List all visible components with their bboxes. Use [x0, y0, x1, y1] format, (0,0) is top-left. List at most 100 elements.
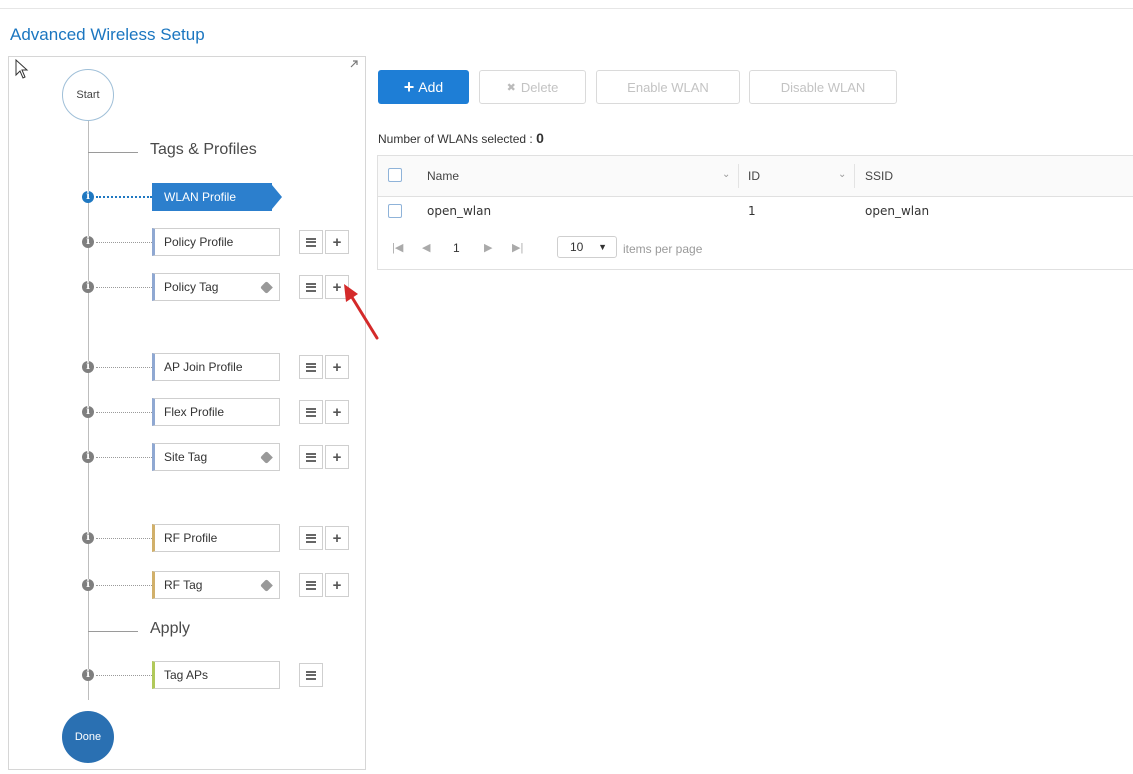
add-wlan-button[interactable]: + Add: [378, 70, 469, 104]
list-button[interactable]: [299, 526, 323, 550]
column-divider: [854, 164, 855, 188]
info-icon[interactable]: i: [82, 579, 94, 591]
list-button[interactable]: [299, 573, 323, 597]
info-icon[interactable]: i: [82, 236, 94, 248]
add-button[interactable]: +: [325, 526, 349, 550]
list-button[interactable]: [299, 355, 323, 379]
step-policy-tag: i Policy Tag +: [74, 273, 364, 301]
list-icon: [306, 580, 316, 590]
per-page-select[interactable]: 10 ▼: [557, 236, 617, 258]
current-page[interactable]: 1: [453, 241, 460, 255]
info-icon[interactable]: i: [82, 532, 94, 544]
cell-id: 1: [748, 204, 756, 218]
info-icon[interactable]: i: [82, 191, 94, 203]
per-page-label: items per page: [623, 242, 703, 256]
add-button[interactable]: +: [325, 400, 349, 424]
list-icon: [306, 362, 316, 372]
start-node[interactable]: Start: [62, 69, 114, 121]
step-button-rf-tag[interactable]: RF Tag: [152, 571, 280, 599]
list-icon: [306, 533, 316, 543]
info-icon[interactable]: i: [82, 361, 94, 373]
enable-wlan-button[interactable]: Enable WLAN: [596, 70, 740, 104]
info-icon[interactable]: i: [82, 669, 94, 681]
next-page-icon[interactable]: ▶: [484, 241, 492, 254]
first-page-icon[interactable]: |◀: [392, 241, 403, 254]
mouse-cursor-icon: [15, 59, 29, 79]
step-button-policy-tag[interactable]: Policy Tag: [152, 273, 280, 301]
list-icon: [306, 452, 316, 462]
section-connector: [88, 152, 138, 153]
add-button[interactable]: +: [325, 573, 349, 597]
step-button-policy-profile[interactable]: Policy Profile: [152, 228, 280, 256]
active-step-arrow: [272, 185, 282, 209]
selected-count: Number of WLANs selected : 0: [378, 130, 544, 146]
pager: |◀ ◀ 1 ▶ ▶| 10 ▼ items per page: [378, 233, 1133, 263]
tag-icon: [260, 281, 273, 294]
list-icon: [306, 670, 316, 680]
step-connector: [96, 412, 152, 413]
step-label: RF Tag: [164, 578, 203, 592]
list-button[interactable]: [299, 275, 323, 299]
step-button-site-tag[interactable]: Site Tag: [152, 443, 280, 471]
step-connector: [96, 457, 152, 458]
select-all-checkbox[interactable]: [388, 168, 402, 182]
info-icon[interactable]: i: [82, 406, 94, 418]
add-button[interactable]: +: [325, 355, 349, 379]
list-button[interactable]: [299, 400, 323, 424]
row-checkbox[interactable]: [388, 204, 402, 218]
selected-count-value: 0: [536, 130, 544, 146]
step-connector: [96, 196, 152, 198]
sort-icon[interactable]: ⌄: [838, 169, 846, 180]
table-header: Name ⌄ ID ⌄ SSID: [378, 156, 1133, 197]
list-icon: [306, 282, 316, 292]
step-button-rf-profile[interactable]: RF Profile: [152, 524, 280, 552]
list-button[interactable]: [299, 445, 323, 469]
info-icon[interactable]: i: [82, 451, 94, 463]
step-rf-tag: i RF Tag +: [74, 571, 364, 599]
column-header-name[interactable]: Name: [427, 169, 459, 183]
plus-icon: +: [332, 576, 342, 594]
selected-count-label: Number of WLANs selected :: [378, 132, 533, 146]
last-page-icon[interactable]: ▶|: [512, 241, 523, 254]
cell-ssid: open_wlan: [865, 204, 930, 218]
list-button[interactable]: [299, 663, 323, 687]
delete-button[interactable]: ✖ Delete: [479, 70, 586, 104]
section-label: Tags & Profiles: [150, 141, 257, 158]
tag-icon: [260, 579, 273, 592]
step-button-wlan-profile[interactable]: WLAN Profile: [152, 183, 272, 211]
list-button[interactable]: [299, 230, 323, 254]
column-header-ssid[interactable]: SSID: [865, 169, 893, 183]
sort-icon[interactable]: ⌄: [722, 169, 730, 180]
section-label: Apply: [150, 620, 191, 637]
section-connector: [88, 631, 138, 632]
add-button[interactable]: +: [325, 445, 349, 469]
top-divider: [0, 8, 1133, 9]
add-label: Add: [418, 79, 444, 95]
info-icon[interactable]: i: [82, 281, 94, 293]
plus-icon: +: [403, 76, 415, 97]
page-title: Advanced Wireless Setup: [10, 25, 205, 44]
plus-icon: +: [332, 233, 342, 251]
step-button-flex-profile[interactable]: Flex Profile: [152, 398, 280, 426]
plus-icon: +: [332, 529, 342, 547]
step-button-ap-join-profile[interactable]: AP Join Profile: [152, 353, 280, 381]
disable-wlan-button[interactable]: Disable WLAN: [749, 70, 897, 104]
add-button[interactable]: +: [325, 230, 349, 254]
cell-name[interactable]: open_wlan: [427, 204, 491, 218]
step-label: Site Tag: [164, 450, 208, 464]
step-flex-profile: i Flex Profile +: [74, 398, 364, 426]
column-divider: [738, 164, 739, 188]
done-node[interactable]: Done: [62, 711, 114, 763]
step-connector: [96, 287, 152, 288]
delete-icon: ✖: [506, 81, 516, 94]
step-connector: [96, 242, 152, 243]
step-connector: [96, 675, 152, 676]
step-connector: [96, 585, 152, 586]
step-button-tag-aps[interactable]: Tag APs: [152, 661, 280, 689]
list-icon: [306, 237, 316, 247]
column-header-id[interactable]: ID: [748, 169, 760, 183]
plus-icon: +: [332, 403, 342, 421]
per-page-value: 10: [570, 240, 584, 254]
prev-page-icon[interactable]: ◀: [422, 241, 430, 254]
collapse-icon[interactable]: [349, 59, 359, 69]
